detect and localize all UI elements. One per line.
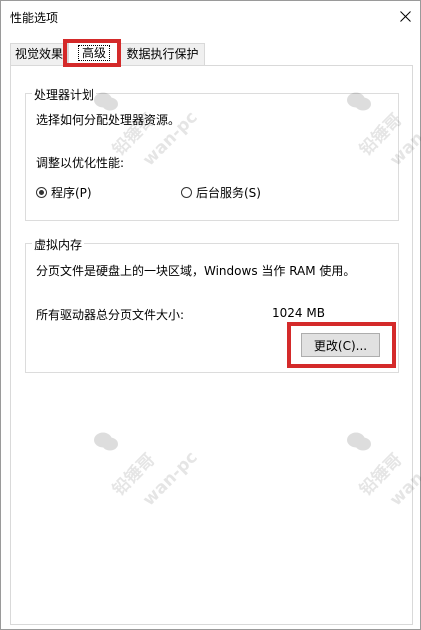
close-button[interactable] xyxy=(390,1,420,31)
watermark-handle: wan-pc xyxy=(139,447,202,511)
watermark-name: 铅锤哥 xyxy=(109,449,160,501)
tab-advanced[interactable]: 高级 xyxy=(68,42,120,66)
tab-label: 数据执行保护 xyxy=(126,47,199,61)
group-title: 处理器计划 xyxy=(32,86,97,103)
processor-description: 选择如何分配处理器资源。 xyxy=(36,113,181,127)
radio-programs[interactable]: 程序(P) xyxy=(36,184,92,201)
radio-button[interactable] xyxy=(36,187,47,198)
performance-options-window: 性能选项 视觉效果 高级 数据执行保护 处理器计划 选择如何分配处理器资源。 调… xyxy=(0,0,421,630)
tab-data-execution-prevention[interactable]: 数据执行保护 xyxy=(120,43,205,65)
radio-selected-dot xyxy=(39,190,44,195)
radio-label: 后台服务(S) xyxy=(196,186,261,200)
radio-label: 程序(P) xyxy=(51,186,92,200)
change-button[interactable]: 更改(C)... xyxy=(301,333,380,357)
processor-scheduling-group: 处理器计划 选择如何分配处理器资源。 调整以优化性能: 程序(P) 后台服务(S… xyxy=(25,86,399,221)
watermark-handle: wan-pc xyxy=(386,447,421,511)
change-button-label: 更改(C)... xyxy=(313,338,368,353)
radio-button[interactable] xyxy=(181,187,192,198)
total-paging-label: 所有驱动器总分页文件大小: xyxy=(36,308,185,322)
close-icon xyxy=(399,10,411,22)
wechat-logo-icon xyxy=(347,432,371,451)
title-bar: 性能选项 xyxy=(1,1,420,31)
virtual-memory-group: 虚拟内存 分页文件是硬盘上的一块区域，Windows 当作 RAM 使用。 所有… xyxy=(25,236,399,373)
tab-strip: 视觉效果 高级 数据执行保护 xyxy=(10,42,414,66)
watermark-name: 铅锤哥 xyxy=(356,449,407,501)
group-title: 虚拟内存 xyxy=(32,236,85,253)
virtual-memory-description: 分页文件是硬盘上的一块区域，Windows 当作 RAM 使用。 xyxy=(36,264,356,278)
total-paging-value: 1024 MB xyxy=(272,306,325,320)
advanced-tab-panel: 处理器计划 选择如何分配处理器资源。 调整以优化性能: 程序(P) 后台服务(S… xyxy=(10,65,421,625)
adjust-label: 调整以优化性能: xyxy=(36,156,125,170)
window-title: 性能选项 xyxy=(10,11,59,25)
tab-label: 视觉效果 xyxy=(14,47,63,61)
wechat-logo-icon xyxy=(94,432,118,451)
tab-visual-effects[interactable]: 视觉效果 xyxy=(10,43,68,65)
radio-background-services[interactable]: 后台服务(S) xyxy=(181,184,261,201)
tab-label: 高级 xyxy=(77,45,110,61)
